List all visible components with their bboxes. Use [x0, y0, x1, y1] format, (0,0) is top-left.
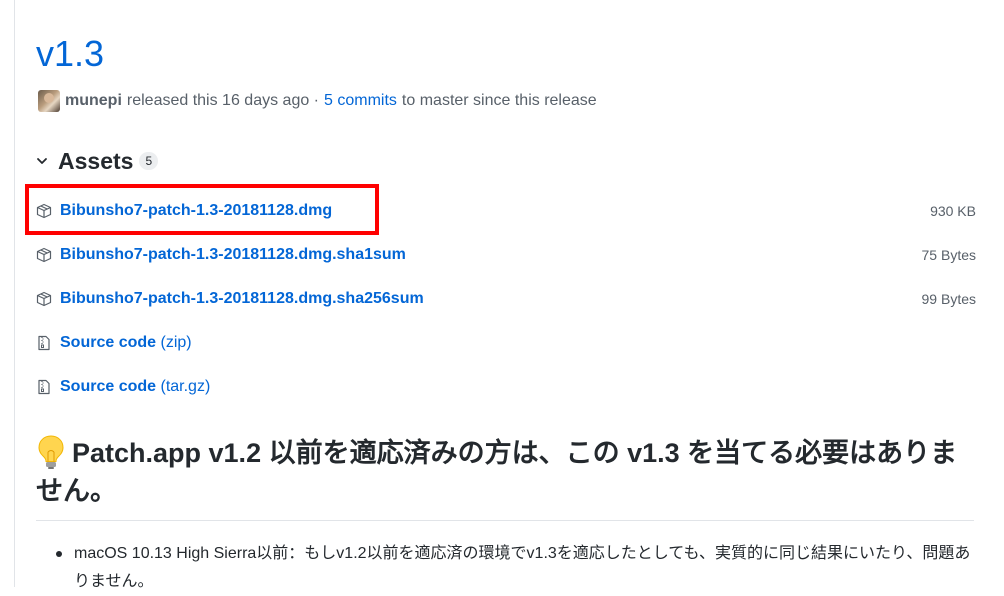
avatar[interactable] — [38, 90, 60, 112]
notes-heading-text: Patch.app v1.2 以前を適応済みの方は、この v1.3 を当てる必要… — [36, 438, 958, 506]
asset-row: Source code (zip) — [36, 330, 976, 356]
asset-download-link[interactable]: Bibunsho7-patch-1.3-20181128.dmg.sha256s… — [60, 290, 424, 308]
package-icon — [36, 247, 52, 263]
file-zip-icon — [38, 335, 50, 351]
asset-row: Source code (tar.gz) — [36, 374, 976, 400]
release-meta: munepi released this 16 days ago · 5 com… — [38, 88, 597, 114]
asset-row: Bibunsho7-patch-1.3-20181128.dmg.sha256s… — [36, 286, 976, 312]
source-code-label: Source code — [60, 334, 157, 351]
light-bulb-icon — [38, 435, 64, 469]
bullet-icon — [56, 551, 62, 557]
assets-count-badge: 5 — [139, 152, 159, 170]
source-code-format: (tar.gz) — [160, 378, 211, 395]
source-code-targz-link[interactable]: Source code (tar.gz) — [60, 378, 210, 396]
heading-divider — [36, 520, 974, 521]
assets-title: Assets — [58, 147, 134, 174]
list-item: macOS 10.13 High Sierra以前：もしv1.2以前を適応済の環… — [52, 540, 976, 596]
released-text: released this 16 days ago · — [126, 92, 320, 109]
list-item-text: macOS 10.13 High Sierra以前：もしv1.2以前を適応済の環… — [74, 545, 971, 590]
asset-size: 75 Bytes — [921, 247, 976, 263]
highlight-annotation-box — [25, 184, 379, 235]
notes-heading: Patch.app v1.2 以前を適応済みの方は、この v1.3 を当てる必要… — [36, 434, 976, 510]
asset-size: 99 Bytes — [921, 291, 976, 307]
asset-download-link[interactable]: Bibunsho7-patch-1.3-20181128.dmg.sha1sum — [60, 246, 406, 264]
asset-row: Bibunsho7-patch-1.3-20181128.dmg.sha1sum… — [36, 242, 976, 268]
assets-toggle[interactable]: Assets 5 — [36, 146, 159, 176]
commits-suffix: to master since this release — [401, 92, 597, 109]
release-title[interactable]: v1.3 — [36, 32, 104, 76]
source-code-zip-link[interactable]: Source code (zip) — [60, 334, 192, 352]
chevron-down-icon — [37, 158, 47, 164]
source-code-format: (zip) — [160, 334, 192, 351]
asset-size: 930 KB — [930, 203, 976, 219]
commits-link[interactable]: 5 commits — [324, 92, 397, 110]
timeline-rule — [14, 0, 15, 587]
notes-list: macOS 10.13 High Sierra以前：もしv1.2以前を適応済の環… — [52, 540, 976, 596]
source-code-label: Source code — [60, 378, 157, 395]
file-zip-icon — [38, 379, 50, 395]
package-icon — [36, 291, 52, 307]
author-link[interactable]: munepi — [65, 92, 122, 110]
